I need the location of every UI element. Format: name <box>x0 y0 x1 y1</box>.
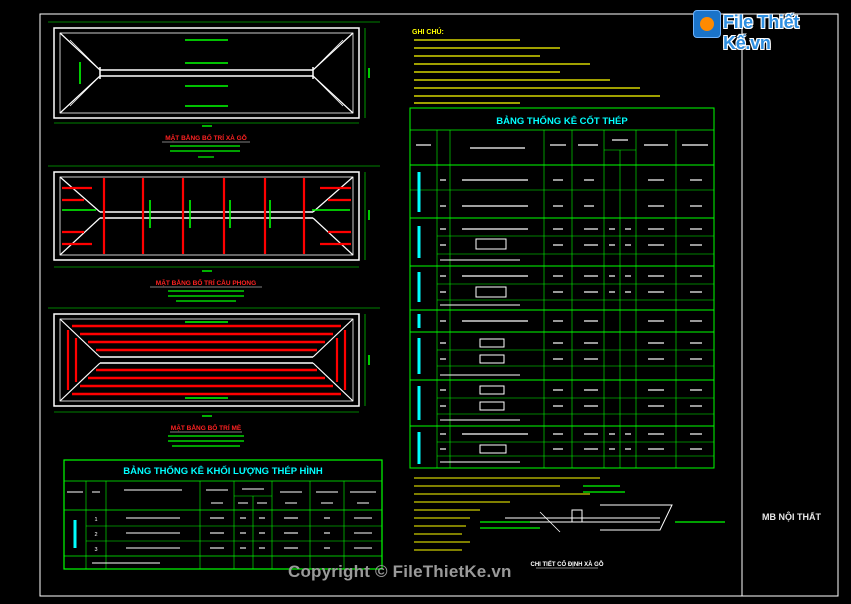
plan1-title: MẶT BẰNG BỐ TRÍ XÀ GỖ <box>165 132 247 142</box>
steel-row-1-number: 1 <box>94 517 97 523</box>
sheet-name: MB NỘI THẤT <box>762 512 821 522</box>
rebar-table-title: BẢNG THỐNG KÊ CỐT THÉP <box>496 115 628 127</box>
drawing-frame <box>39 13 839 597</box>
purlin-fixing-detail <box>480 485 725 569</box>
detail-title: CHI TIẾT CỐ ĐỊNH XÀ GỖ <box>530 561 603 568</box>
steel-row-3-number: 3 <box>94 547 97 553</box>
plan2-title: MẶT BẰNG BỐ TRÍ CẦU PHONG <box>156 277 256 287</box>
logo-text: File Thiết Kế.vn <box>723 12 800 53</box>
filethietke-logo: File Thiết Kế.vn <box>693 4 845 53</box>
cad-drawing-sheet: MẶT BẰNG BỐ TRÍ XÀ GỖ MẶT BẰNG BỐ TRÍ CẦ… <box>39 13 839 597</box>
steel-table-title: BẢNG THỐNG KÊ KHỐI LƯỢNG THÉP HÌNH <box>123 465 323 477</box>
notes-heading: GHI CHÚ: <box>412 27 444 36</box>
plan3-title: MẶT BẰNG BỐ TRÍ MÈ <box>171 422 242 432</box>
logo-icon <box>693 10 721 38</box>
general-notes <box>414 39 660 104</box>
copyright-watermark: Copyright © FileThietKe.vn <box>288 562 512 581</box>
steel-row-2-number: 2 <box>94 532 97 538</box>
rebar-schedule-table <box>409 107 715 469</box>
